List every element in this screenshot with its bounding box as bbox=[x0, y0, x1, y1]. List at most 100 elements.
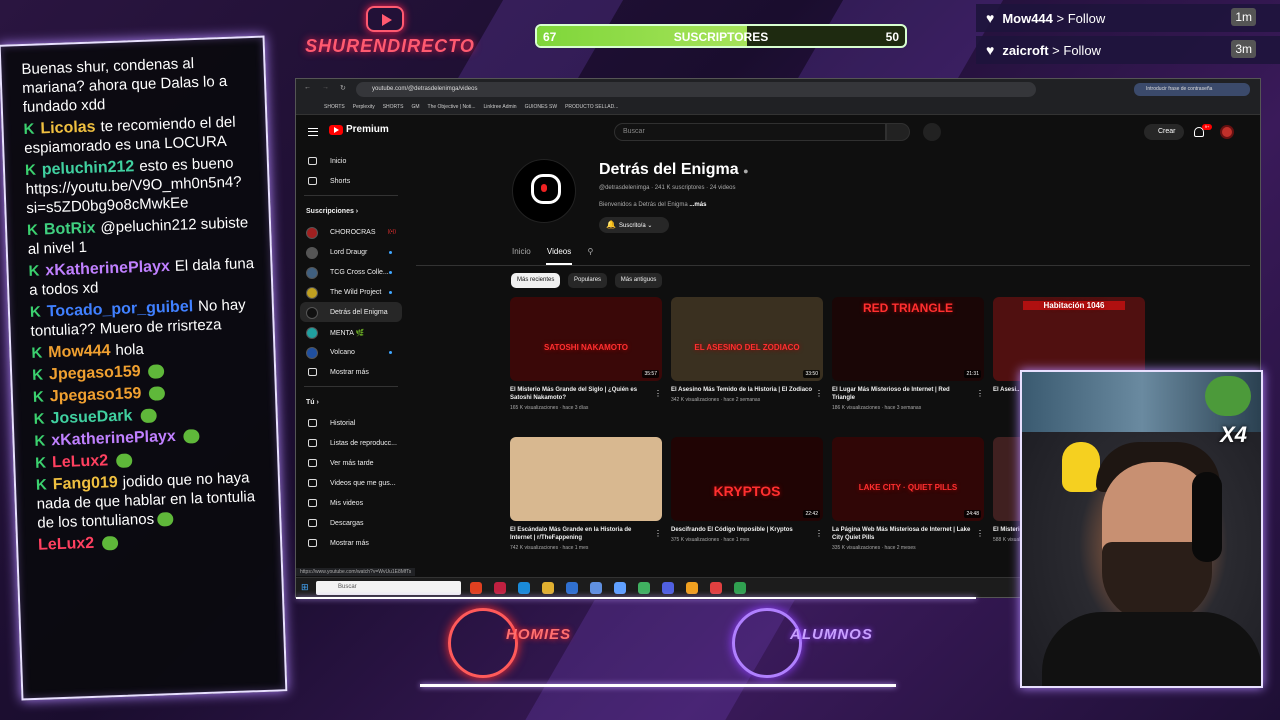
bookmark-item[interactable]: SHORTS bbox=[383, 104, 404, 110]
chat-username[interactable]: LeLux2 bbox=[52, 452, 109, 471]
reload-icon[interactable]: ↻ bbox=[340, 84, 346, 92]
chat-username[interactable]: xKatherinePlayx bbox=[45, 258, 170, 279]
bookmark-item[interactable]: GUIONES SW bbox=[525, 104, 558, 110]
bookmark-item[interactable]: Perplexity bbox=[353, 104, 375, 110]
tab-inicio[interactable]: Inicio bbox=[512, 247, 531, 256]
chip-popular[interactable]: Populares bbox=[568, 273, 608, 288]
forward-icon[interactable]: → bbox=[322, 84, 329, 91]
sidebar-item[interactable]: Historial bbox=[296, 413, 406, 433]
video-card[interactable]: Habitación 1046 El Asesi... Caso de... bbox=[993, 297, 1145, 397]
avatar[interactable] bbox=[1220, 125, 1234, 139]
video-thumbnail[interactable]: Habitación 1046 bbox=[993, 297, 1145, 381]
tab-videos[interactable]: Videos bbox=[547, 247, 571, 256]
address-bar[interactable]: youtube.com/@detrasdelenimga/videos bbox=[356, 82, 1036, 97]
bookmark-item[interactable]: Linktree Admin bbox=[484, 104, 517, 110]
video-title[interactable]: El Lugar Más Misterioso de Internet | Re… bbox=[832, 386, 984, 402]
sidebar-item[interactable]: Inicio bbox=[296, 151, 406, 171]
video-card[interactable]: El Escándalo Más Grande en la Historia d… bbox=[510, 437, 662, 551]
sidebar-item-subscription[interactable]: Mostrar más bbox=[296, 362, 406, 382]
sidebar-item[interactable]: Mis videos bbox=[296, 493, 406, 513]
chat-username[interactable]: Licolas bbox=[40, 119, 96, 138]
sidebar-section-header[interactable]: Suscripciones › bbox=[296, 200, 406, 222]
sidebar-item[interactable]: Shorts bbox=[296, 171, 406, 191]
kebab-menu-icon[interactable]: ⋮ bbox=[654, 529, 662, 538]
sidebar-item[interactable]: Ver más tarde bbox=[296, 453, 406, 473]
kebab-menu-icon[interactable]: ⋮ bbox=[815, 389, 823, 398]
chat-username[interactable]: JosueDark bbox=[50, 407, 132, 427]
brave-icon[interactable] bbox=[470, 582, 482, 594]
video-title[interactable]: Descifrando El Código Imposible | Krypto… bbox=[671, 526, 823, 534]
settings-icon[interactable] bbox=[614, 582, 626, 594]
back-icon[interactable]: ← bbox=[304, 84, 311, 91]
opera-icon[interactable] bbox=[494, 582, 506, 594]
chat-username[interactable]: xKatherinePlayx bbox=[51, 428, 176, 449]
chrome-icon[interactable] bbox=[638, 582, 650, 594]
video-title[interactable]: El Escándalo Más Grande en la Historia d… bbox=[510, 526, 662, 542]
chip-recent[interactable]: Más recientes bbox=[511, 273, 561, 288]
app-icon[interactable] bbox=[590, 582, 602, 594]
pokeball-icon[interactable] bbox=[710, 582, 722, 594]
video-title[interactable]: La Página Web Más Misteriosa de Internet… bbox=[832, 526, 984, 542]
chat-username[interactable]: Fang019 bbox=[53, 474, 118, 493]
chat-username[interactable]: Jpegaso159 bbox=[49, 363, 141, 383]
video-thumbnail[interactable]: EL ASESINO DEL ZODIACO 33:50 bbox=[671, 297, 823, 381]
folder-icon[interactable] bbox=[542, 582, 554, 594]
sidebar-item-subscription[interactable]: MENTA 🌿 bbox=[296, 322, 406, 342]
kebab-menu-icon[interactable]: ⋮ bbox=[654, 389, 662, 398]
video-thumbnail[interactable] bbox=[510, 437, 662, 521]
app-icon[interactable] bbox=[734, 582, 746, 594]
sidebar-section-header[interactable]: Tú › bbox=[296, 391, 406, 413]
kebab-menu-icon[interactable]: ⋮ bbox=[815, 529, 823, 538]
search-icon[interactable] bbox=[886, 123, 910, 141]
discord-icon[interactable] bbox=[662, 582, 674, 594]
mic-icon[interactable] bbox=[923, 123, 941, 141]
video-thumbnail[interactable]: SATOSHI NAKAMOTO 35:57 bbox=[510, 297, 662, 381]
channel-description[interactable]: Bienvenidos a Detrás del Enigma ...más bbox=[599, 202, 706, 208]
search-input[interactable]: Buscar bbox=[614, 123, 886, 141]
kebab-menu-icon[interactable]: ⋮ bbox=[976, 529, 984, 538]
search-icon[interactable]: ⚲ bbox=[587, 247, 593, 256]
sidebar-item-subscription[interactable]: Volcano bbox=[296, 342, 406, 362]
sidebar-item[interactable]: Listas de reproducc... bbox=[296, 433, 406, 453]
video-card[interactable]: SATOSHI NAKAMOTO 35:57 El Misterio Más Gra… bbox=[510, 297, 662, 411]
create-button[interactable]: Crear bbox=[1144, 124, 1184, 140]
video-card[interactable]: LAKE CITY · QUIET PILLS 24:48 La Página We… bbox=[832, 437, 984, 551]
video-title[interactable]: El Misterio... Estados... bbox=[993, 526, 1021, 534]
chat-username[interactable]: peluchin212 bbox=[42, 158, 135, 178]
edge-icon[interactable] bbox=[518, 582, 530, 594]
channel-avatar[interactable] bbox=[512, 159, 576, 223]
video-thumbnail[interactable]: KRYPTOS 22:42 bbox=[671, 437, 823, 521]
kebab-menu-icon[interactable]: ⋮ bbox=[976, 389, 984, 398]
subscribed-button[interactable]: 🔔 Suscrito/a ⌄ bbox=[599, 217, 669, 233]
sidebar-item[interactable]: Descargas bbox=[296, 513, 406, 533]
youtube-logo-icon[interactable] bbox=[329, 125, 343, 135]
sidebar-item-subscription[interactable]: CHOROCRAS ((•)) bbox=[296, 222, 406, 242]
video-title[interactable]: El Asesi... Caso de... bbox=[993, 386, 1021, 394]
chat-username[interactable]: LeLux2 bbox=[38, 535, 95, 554]
password-prompt-chip[interactable]: Introducir frase de contraseña bbox=[1134, 83, 1250, 96]
bookmark-item[interactable]: The Objective | Noti... bbox=[428, 104, 476, 110]
windows-start-icon[interactable]: ⊞ bbox=[301, 582, 309, 593]
video-card[interactable]: RED TRIANGLE 21:31 El Lugar Más Misterioso… bbox=[832, 297, 984, 411]
sidebar-item-subscription[interactable]: The Wild Project bbox=[296, 282, 406, 302]
menu-icon[interactable] bbox=[308, 128, 318, 136]
sidebar-item-subscription[interactable]: Detrás del Enigma bbox=[300, 302, 402, 322]
store-icon[interactable] bbox=[566, 582, 578, 594]
sidebar-item-subscription[interactable]: Lord Draugr bbox=[296, 242, 406, 262]
video-card[interactable]: El Misterio... Estados... 588 K visualiza… bbox=[993, 437, 1145, 543]
video-thumbnail[interactable]: LAKE CITY · QUIET PILLS 24:48 bbox=[832, 437, 984, 521]
sidebar-item[interactable]: Videos que me gus... bbox=[296, 473, 406, 493]
bookmark-item[interactable]: PRODUCTO SELLAD... bbox=[565, 104, 618, 110]
video-thumbnail[interactable]: RED TRIANGLE 21:31 bbox=[832, 297, 984, 381]
sidebar-item[interactable]: Mostrar más bbox=[296, 533, 406, 553]
app-icon[interactable] bbox=[686, 582, 698, 594]
bookmark-item[interactable]: GM bbox=[411, 104, 419, 110]
taskbar-search-input[interactable]: Buscar bbox=[316, 581, 461, 595]
chat-username[interactable]: BotRix bbox=[44, 220, 96, 239]
sidebar-item-subscription[interactable]: TCG Cross Colle... bbox=[296, 262, 406, 282]
chat-username[interactable]: Mow444 bbox=[48, 342, 111, 361]
video-card[interactable]: KRYPTOS 22:42 Descifrando El Código Imposi… bbox=[671, 437, 823, 543]
video-card[interactable]: EL ASESINO DEL ZODIACO 33:50 El Asesino Má… bbox=[671, 297, 823, 403]
chip-oldest[interactable]: Más antiguos bbox=[614, 273, 663, 288]
video-title[interactable]: El Asesino Más Temido de la Historia | E… bbox=[671, 386, 823, 394]
